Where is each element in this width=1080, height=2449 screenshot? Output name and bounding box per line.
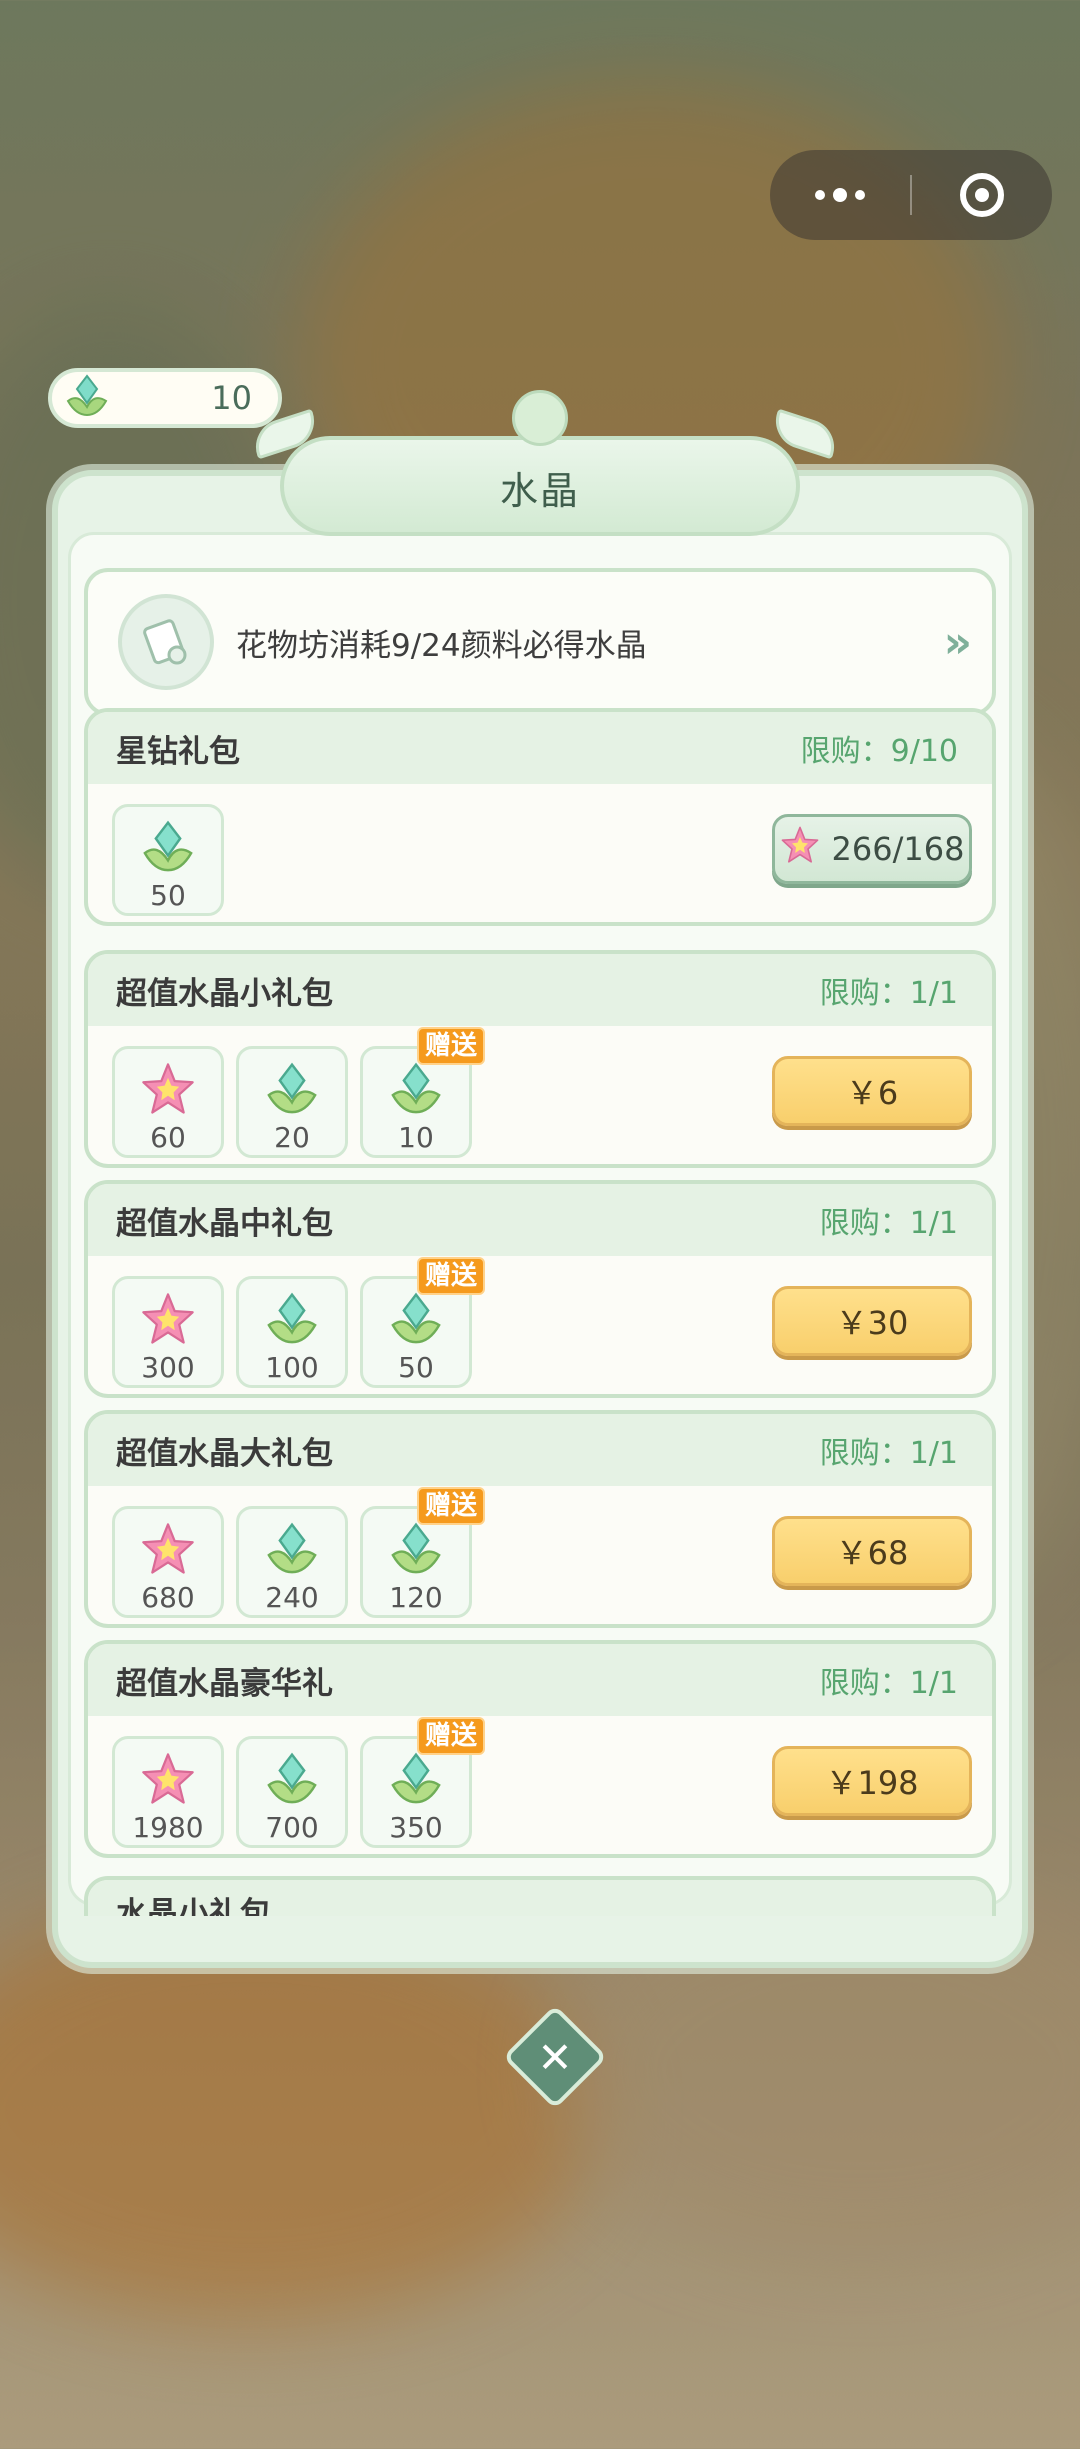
pack-name: 星钻礼包 <box>116 733 240 770</box>
purchase-limit: 限购：1/1 <box>819 1666 958 1701</box>
close-icon[interactable]: ✕ <box>518 2020 592 2094</box>
star-icon <box>138 1519 198 1579</box>
reward-item[interactable]: 680 <box>112 1506 224 1618</box>
reward-item[interactable]: 50 <box>112 804 224 916</box>
reward-quantity: 20 <box>274 1121 310 1154</box>
reward-item[interactable]: 700 <box>236 1736 348 1848</box>
purchase-limit: 限购：1/1 <box>819 1436 958 1471</box>
bonus-badge: 赠送 <box>416 1257 485 1295</box>
panel-title-plate: 水晶 <box>248 390 842 540</box>
star-icon <box>138 1059 198 1119</box>
crystal-icon <box>386 1749 446 1809</box>
reward-quantity: 240 <box>265 1581 319 1614</box>
crystal-icon <box>262 1749 322 1809</box>
reward-item[interactable]: 120 赠送 <box>360 1487 485 1618</box>
reward-item[interactable]: 240 <box>236 1506 348 1618</box>
crystal-count: 10 <box>211 379 252 417</box>
reward-item[interactable]: 20 <box>236 1046 348 1158</box>
purchase-limit: 限购：9/10 <box>800 734 958 769</box>
reward-quantity: 10 <box>398 1121 434 1154</box>
crystal-icon <box>262 1519 322 1579</box>
crystal-icon <box>386 1519 446 1579</box>
pack-card-partial: 水晶小礼包 <box>84 1876 996 1916</box>
price-label: ￥30 <box>835 1304 909 1342</box>
buy-button[interactable]: ￥68 <box>772 1516 972 1586</box>
bonus-badge: 赠送 <box>416 1027 485 1065</box>
buy-button[interactable]: ￥198 <box>772 1746 972 1816</box>
reward-quantity: 350 <box>389 1811 443 1844</box>
page-title: 水晶 <box>499 469 580 513</box>
pack-name: 超值水晶豪华礼 <box>116 1665 333 1702</box>
buy-button[interactable]: ￥6 <box>772 1056 972 1126</box>
crystal-counter: 10 <box>48 368 282 428</box>
mini-program-capsule <box>770 150 1052 240</box>
reward-quantity: 50 <box>150 879 186 912</box>
reward-item[interactable]: 10 赠送 <box>360 1027 485 1158</box>
more-dots-icon[interactable] <box>770 150 910 240</box>
reward-item[interactable]: 300 <box>112 1276 224 1388</box>
crystal-icon <box>386 1289 446 1349</box>
reward-quantity: 60 <box>150 1121 186 1154</box>
flower-ornament-icon <box>512 390 568 446</box>
pack-name: 水晶小礼包 <box>116 1895 271 1917</box>
pack-card: 超值水晶豪华礼 限购：1/1 1980 700 350 赠送 ￥198 <box>84 1640 996 1858</box>
crystal-icon <box>386 1059 446 1119</box>
reward-item[interactable]: 60 <box>112 1046 224 1158</box>
reward-quantity: 300 <box>141 1351 195 1384</box>
pigment-promo-banner[interactable]: 花物坊消耗9/24颜料必得水晶 » <box>84 568 996 716</box>
price-label: 266/168 <box>831 830 965 868</box>
reward-quantity: 1980 <box>132 1811 204 1844</box>
bonus-badge: 赠送 <box>416 1717 485 1755</box>
pack-list[interactable]: 花物坊消耗9/24颜料必得水晶 » 星钻礼包 限购：9/10 50 266/16… <box>84 560 996 1916</box>
reward-quantity: 700 <box>265 1811 319 1844</box>
buy-button[interactable]: ￥30 <box>772 1286 972 1356</box>
star-icon <box>138 1749 198 1809</box>
crystal-icon <box>138 817 198 877</box>
star-icon <box>138 1289 198 1349</box>
pack-name: 超值水晶大礼包 <box>116 1435 333 1472</box>
pack-card: 超值水晶小礼包 限购：1/1 60 20 10 赠送 ￥6 <box>84 950 996 1168</box>
buy-button[interactable]: 266/168 <box>772 814 972 884</box>
pack-name: 超值水晶小礼包 <box>116 975 333 1012</box>
pack-card: 超值水晶大礼包 限购：1/1 680 240 120 赠送 ￥68 <box>84 1410 996 1628</box>
reward-quantity: 100 <box>265 1351 319 1384</box>
bonus-badge: 赠送 <box>416 1487 485 1525</box>
reward-quantity: 120 <box>389 1581 443 1614</box>
pack-card: 超值水晶中礼包 限购：1/1 300 100 50 赠送 ￥30 <box>84 1180 996 1398</box>
purchase-limit: 限购：1/1 <box>819 976 958 1011</box>
reward-quantity: 50 <box>398 1351 434 1384</box>
pack-card: 星钻礼包 限购：9/10 50 266/168 <box>84 708 996 926</box>
reward-item[interactable]: 1980 <box>112 1736 224 1848</box>
scroll-icon <box>118 594 214 690</box>
purchase-limit: 限购：1/1 <box>819 1206 958 1241</box>
reward-item[interactable]: 100 <box>236 1276 348 1388</box>
price-label: ￥6 <box>845 1074 899 1112</box>
banner-text: 花物坊消耗9/24颜料必得水晶 <box>236 627 647 664</box>
price-label: ￥68 <box>835 1534 909 1572</box>
reward-quantity: 680 <box>141 1581 195 1614</box>
crystal-icon <box>64 373 110 423</box>
crystal-icon <box>262 1289 322 1349</box>
target-circle-icon[interactable] <box>912 150 1052 240</box>
double-chevron-right-icon: » <box>943 616 973 668</box>
reward-item[interactable]: 50 赠送 <box>360 1257 485 1388</box>
pack-name: 超值水晶中礼包 <box>116 1205 333 1242</box>
star-icon <box>780 825 820 873</box>
price-label: ￥198 <box>825 1764 919 1802</box>
crystal-icon <box>262 1059 322 1119</box>
reward-item[interactable]: 350 赠送 <box>360 1717 485 1848</box>
